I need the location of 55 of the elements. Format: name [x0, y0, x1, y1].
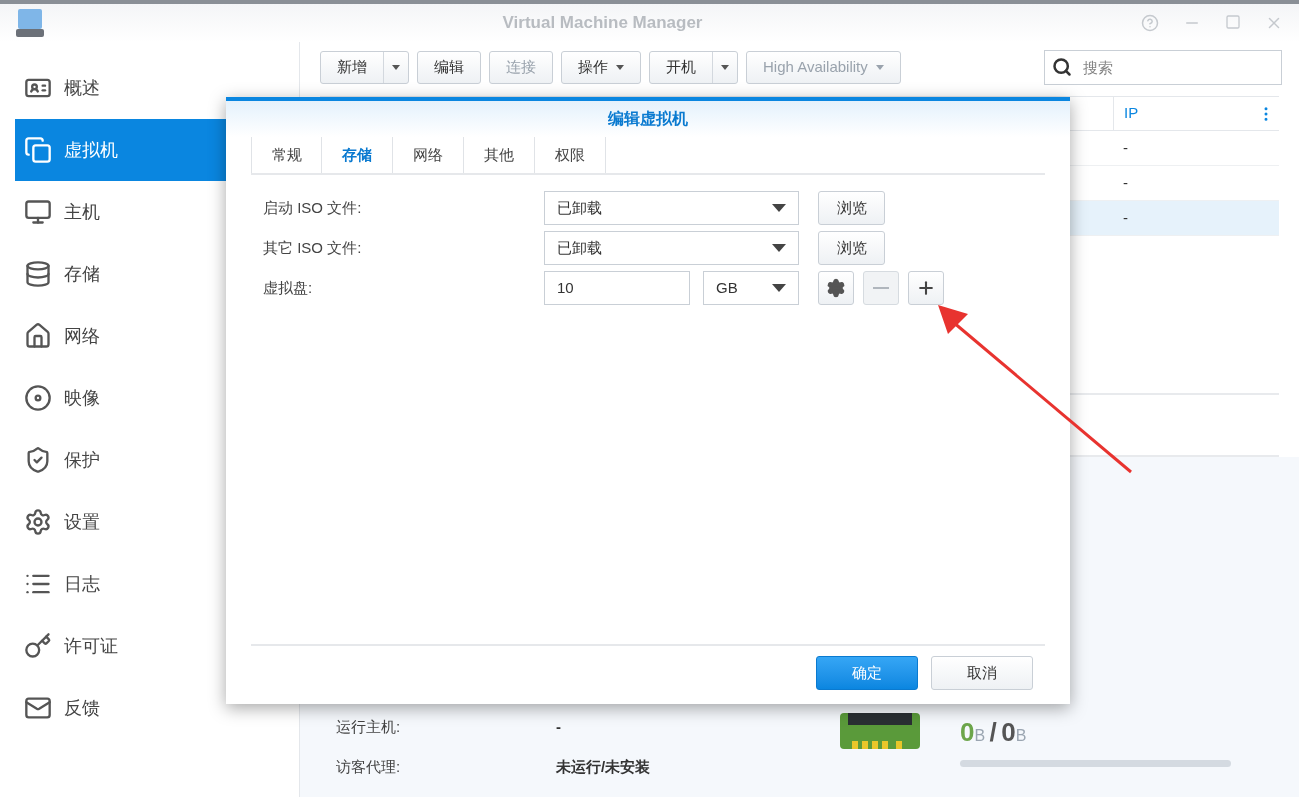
size-input[interactable]: 10 [544, 271, 690, 305]
settings-button[interactable] [818, 271, 854, 305]
dialog-title: 编辑虚拟机 [608, 109, 688, 129]
house-icon [24, 322, 52, 350]
dialog-tab[interactable]: 网络 [393, 137, 464, 173]
table-cell-text: - [1122, 137, 1129, 158]
sidebar-item[interactable]: 网络 [15, 305, 299, 367]
browse-button[interactable]: 浏览 [818, 191, 885, 225]
dialog-tab[interactable]: 常规 [251, 137, 322, 173]
sidebar-item[interactable]: 日志 [15, 553, 299, 615]
cancel-button[interactable]: 取消 [931, 656, 1033, 690]
add-button[interactable] [908, 271, 944, 305]
caret-icon [721, 64, 729, 70]
caret-icon [392, 64, 400, 70]
search-icon [1052, 56, 1072, 77]
table-cell-text: - [1122, 172, 1129, 193]
sidebar-item[interactable]: 许可证 [15, 615, 299, 677]
detail-label: 访客代理: [336, 756, 402, 777]
plus-icon [916, 278, 936, 298]
dropdown-field[interactable]: 已卸载 [544, 231, 799, 265]
minus-icon [873, 287, 889, 289]
dialog-tab[interactable]: 存储 [322, 137, 393, 173]
sidebar-item[interactable]: 概述 [15, 57, 299, 119]
caret-icon [616, 64, 624, 70]
disc-icon [24, 384, 52, 412]
dialog-tab[interactable]: 权限 [535, 137, 606, 173]
detail-value: - [556, 716, 561, 737]
window-title: Virtual Machine Manager [501, 12, 704, 35]
sidebar-item[interactable]: 设置 [15, 491, 299, 553]
dropdown-arrow-icon [772, 284, 786, 292]
detail-label: 运行主机: [336, 716, 402, 737]
browse-button[interactable]: 浏览 [818, 231, 885, 265]
field-label: 其它 ISO 文件: [263, 237, 363, 258]
column-header[interactable]: IP [1113, 97, 1253, 130]
table-cell-text: - [1122, 207, 1129, 228]
sidebar-item[interactable]: 反馈 [15, 677, 299, 739]
sidebar-item[interactable]: 映像 [15, 367, 299, 429]
dialog-tab[interactable]: 其他 [464, 137, 535, 173]
unit-dropdown[interactable]: GB [703, 271, 799, 305]
sidebar-item[interactable]: 保护 [15, 429, 299, 491]
field-label: 启动 ISO 文件: [263, 197, 363, 218]
dropdown-field[interactable]: 已卸载 [544, 191, 799, 225]
search-field[interactable]: 搜索 [1044, 49, 1282, 85]
caret-icon [875, 64, 884, 70]
toolbar-button[interactable]: 编辑 [417, 50, 481, 84]
database-icon [24, 260, 52, 288]
key-icon [24, 632, 52, 660]
field-label: 虚拟盘: [263, 277, 314, 298]
dropdown-arrow-icon [772, 204, 786, 212]
app-logo-icon [16, 7, 44, 39]
detail-value: 未运行/未安装 [556, 756, 651, 777]
dropdown-arrow-icon [772, 244, 786, 252]
monitor-icon [24, 198, 52, 226]
menu-button[interactable]: 操作 [561, 50, 641, 84]
memory-usage: 0B / 0B [960, 716, 1028, 749]
